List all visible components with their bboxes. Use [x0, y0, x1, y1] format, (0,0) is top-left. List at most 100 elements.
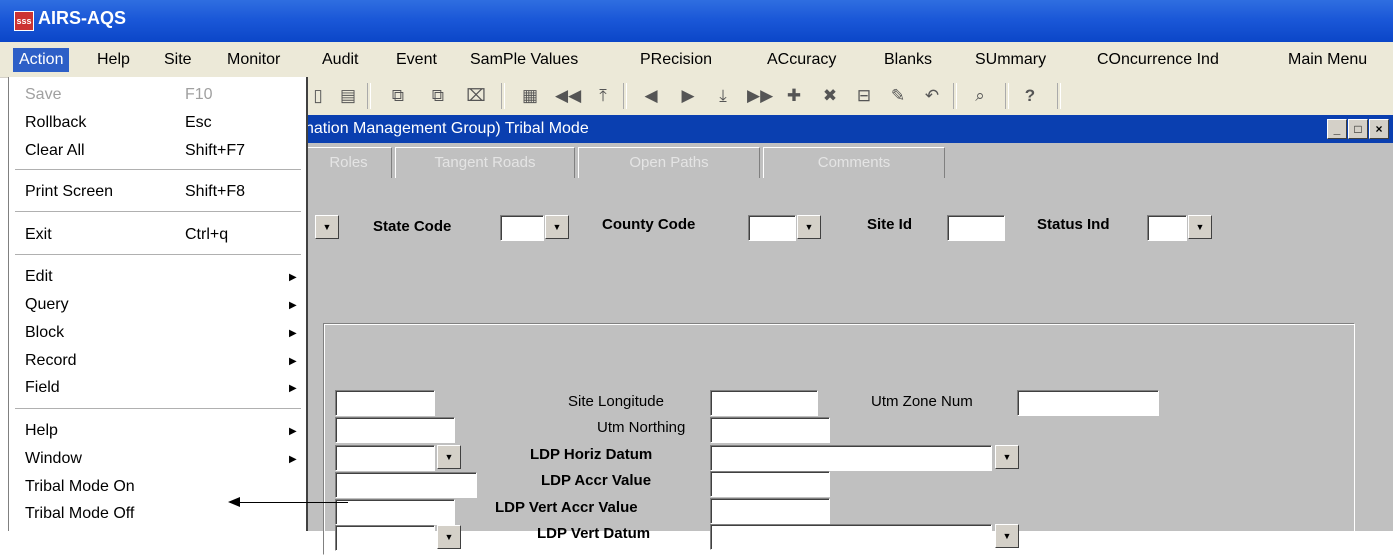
menu-item-rollback[interactable]: Rollback — [25, 114, 86, 132]
down-icon[interactable]: ⤓ — [710, 83, 736, 109]
utm-zone-num-label: Utm Zone Num — [871, 393, 973, 410]
vert-measure-field[interactable] — [335, 499, 455, 525]
menu-help[interactable]: Help — [97, 51, 130, 69]
menu-item-edit[interactable]: Edit — [25, 268, 53, 286]
toolbar-separator — [501, 83, 505, 109]
menu-accuracy[interactable]: ACcuracy — [767, 51, 836, 69]
menu-item-record[interactable]: Record — [25, 352, 77, 370]
menu-sample-values[interactable]: SamPle Values — [470, 51, 578, 69]
chevron-down-icon[interactable]: ▼ — [1188, 215, 1212, 239]
toolbar-separator — [953, 83, 957, 109]
state-code-field[interactable] — [500, 215, 544, 241]
tab-open-paths[interactable]: Open Paths — [578, 147, 760, 178]
menu-audit[interactable]: Audit — [322, 51, 358, 69]
menu-shortcut-save: F10 — [185, 86, 213, 103]
menu-item-block[interactable]: Block — [25, 324, 64, 342]
menu-item-exit[interactable]: Exit — [25, 226, 52, 244]
menu-item-clear-all[interactable]: Clear All — [25, 142, 85, 160]
horiz-datum-field[interactable] — [335, 445, 435, 471]
menu-shortcut-print-screen: Shift+F8 — [185, 183, 246, 200]
ldp-horiz-datum-field[interactable] — [710, 445, 992, 471]
maximize-icon[interactable]: □ — [1348, 119, 1368, 139]
menu-main-menu[interactable]: Main Menu — [1288, 51, 1367, 69]
ldp-vert-datum-field[interactable] — [710, 524, 992, 550]
submenu-arrow-icon: ▶ — [289, 300, 297, 311]
insert-icon[interactable]: ✚ — [781, 83, 807, 109]
report-icon[interactable]: ▤ — [335, 83, 361, 109]
menu-item-tribal-mode-off[interactable]: Tribal Mode Off — [25, 505, 134, 523]
undo-icon[interactable]: ↶ — [919, 83, 945, 109]
menu-blanks[interactable]: Blanks — [884, 51, 932, 69]
menu-site[interactable]: Site — [164, 51, 192, 69]
tab-comments[interactable]: Comments — [763, 147, 945, 178]
accuracy-value-field[interactable] — [335, 472, 477, 498]
submenu-arrow-icon: ▶ — [289, 356, 297, 367]
menu-item-save[interactable]: Save — [25, 86, 61, 104]
form-title: nation Management Group) Tribal Mode — [305, 120, 589, 137]
vert-method-field[interactable] — [335, 525, 435, 551]
menu-item-print-screen[interactable]: Print Screen — [25, 183, 113, 201]
delete-icon[interactable]: ✖ — [817, 83, 843, 109]
toolbar-separator — [367, 83, 371, 109]
tab-tangent-roads[interactable]: Tangent Roads — [395, 147, 575, 178]
ldp-horiz-datum-label: LDP Horiz Datum — [530, 446, 653, 463]
menu-summary[interactable]: SUmmary — [975, 51, 1046, 69]
last-record-icon[interactable]: ▶▶ — [747, 83, 773, 109]
chevron-down-icon[interactable]: ▼ — [437, 445, 461, 469]
county-code-field[interactable] — [748, 215, 796, 241]
ldp-vert-accr-value-field[interactable] — [710, 498, 830, 524]
submenu-arrow-icon: ▶ — [289, 454, 297, 465]
tab-roles[interactable]: Roles — [305, 147, 392, 178]
menu-monitor[interactable]: Monitor — [227, 51, 280, 69]
chevron-down-icon[interactable]: ▼ — [995, 445, 1019, 469]
site-longitude-field[interactable] — [710, 390, 818, 416]
first-record-icon[interactable]: ◀◀ — [555, 83, 581, 109]
top-icon[interactable]: ⤒ — [590, 83, 616, 109]
utm-zone-num-field[interactable] — [1017, 390, 1159, 416]
menu-concurrence-ind[interactable]: COncurrence Ind — [1097, 51, 1219, 69]
menu-separator — [15, 211, 301, 213]
site-latitude-field[interactable] — [335, 390, 435, 416]
print-icon[interactable]: ▯ — [305, 83, 331, 109]
chevron-down-icon[interactable]: ▼ — [315, 215, 339, 239]
site-location-panel — [323, 323, 1355, 555]
arrow-left-icon — [228, 497, 240, 507]
help-icon[interactable]: ? — [1017, 83, 1043, 109]
status-ind-field[interactable] — [1147, 215, 1187, 241]
utm-easting-field[interactable] — [335, 417, 455, 443]
form-window: nation Management Group) Tribal Mode _ □ ×… — [305, 115, 1393, 555]
next-icon[interactable]: ▶ — [675, 83, 701, 109]
query-icon[interactable]: ⌕ — [967, 83, 993, 109]
toolbar: ▯ ▤ ⧉ ⧉ ⌧ ▦ ◀◀ ⤒ ◀ ▶ ⤓ ▶▶ ✚ ✖ ⊟ ✎ ↶ ⌕ ? — [305, 77, 1393, 116]
duplicate-icon[interactable]: ⊟ — [851, 83, 877, 109]
grid-icon[interactable]: ▦ — [517, 83, 543, 109]
menu-item-help[interactable]: Help — [25, 422, 58, 440]
minimize-icon[interactable]: _ — [1327, 119, 1347, 139]
site-id-field[interactable] — [947, 215, 1005, 241]
clear-record-icon[interactable]: ⌧ — [463, 83, 489, 109]
chevron-down-icon[interactable]: ▼ — [995, 524, 1019, 548]
submenu-arrow-icon: ▶ — [289, 426, 297, 437]
menu-item-tribal-mode-on[interactable]: Tribal Mode On — [25, 478, 135, 496]
menu-item-field[interactable]: Field — [25, 379, 60, 397]
close-icon[interactable]: × — [1369, 119, 1389, 139]
menu-item-window[interactable]: Window — [25, 450, 82, 468]
menu-event[interactable]: Event — [396, 51, 437, 69]
pin-icon[interactable]: ✎ — [885, 83, 911, 109]
submenu-arrow-icon: ▶ — [289, 383, 297, 394]
menu-action[interactable]: Action — [13, 48, 70, 72]
submenu-arrow-icon: ▶ — [289, 328, 297, 339]
copy-record-icon[interactable]: ⧉ — [385, 83, 411, 109]
menu-precision[interactable]: PRecision — [640, 51, 712, 69]
ldp-vert-accr-value-label: LDP Vert Accr Value — [495, 499, 638, 516]
previous-icon[interactable]: ◀ — [638, 83, 664, 109]
chevron-down-icon[interactable]: ▼ — [545, 215, 569, 239]
ldp-accr-value-field[interactable] — [710, 471, 830, 497]
chevron-down-icon[interactable]: ▼ — [437, 525, 461, 549]
chevron-down-icon[interactable]: ▼ — [797, 215, 821, 239]
toolbar-separator — [1057, 83, 1061, 109]
menu-shortcut-clear-all: Shift+F7 — [185, 142, 246, 159]
menu-item-query[interactable]: Query — [25, 296, 69, 314]
paste-record-icon[interactable]: ⧉ — [425, 83, 451, 109]
utm-northing-field[interactable] — [710, 417, 830, 443]
